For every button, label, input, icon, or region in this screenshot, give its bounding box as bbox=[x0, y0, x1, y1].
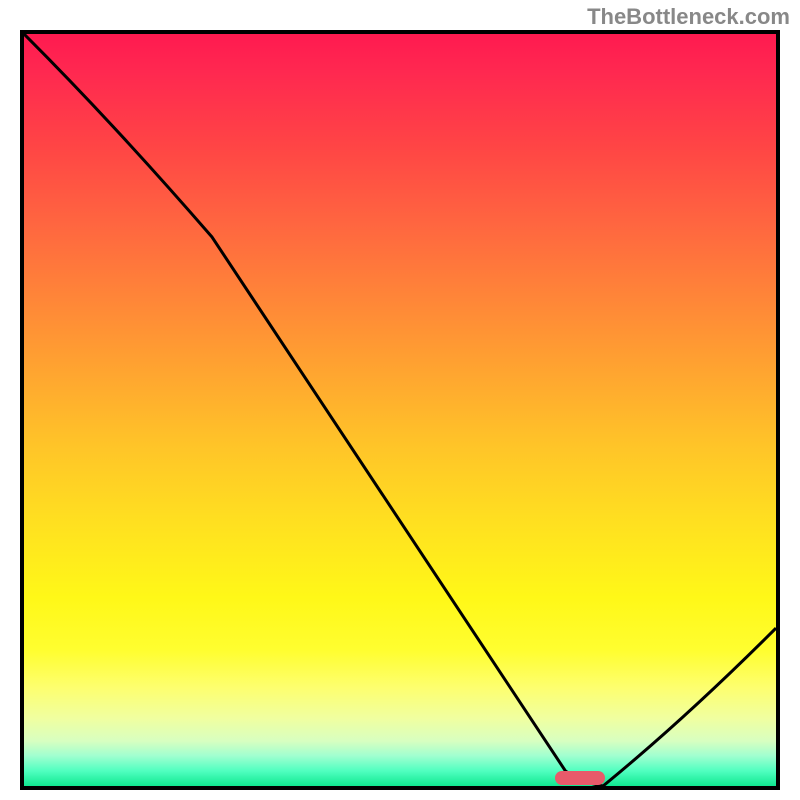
chart-frame bbox=[20, 30, 780, 790]
optimal-point-marker bbox=[555, 771, 605, 785]
performance-curve bbox=[24, 34, 776, 786]
watermark-text: TheBottleneck.com bbox=[587, 4, 790, 30]
